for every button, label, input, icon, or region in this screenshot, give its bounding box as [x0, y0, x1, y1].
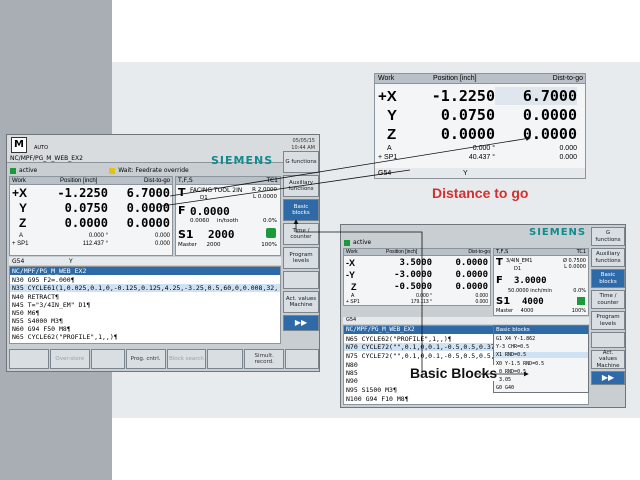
spindle-value: 2000 — [208, 228, 235, 241]
hsk-block-search[interactable]: Block search — [166, 349, 207, 369]
x-position: -1.2250 — [57, 186, 108, 200]
program-listing[interactable]: NC/MPF/PG_M_WEB_EX2 N30 G95 F2=.000¶ N35… — [9, 266, 281, 344]
z-dtg: 0.0000 — [126, 216, 170, 230]
tool-name: FACING TOOL 2IN — [190, 187, 243, 194]
hsk-overstore[interactable]: Over-store — [49, 349, 90, 369]
softkey-aux-functions[interactable]: Auxiliary functions — [283, 175, 319, 197]
basic-blocks-panel: Basic blocks G1 X4 Y-1.862 Y-3 CHR=0.5 X… — [493, 325, 589, 393]
hsk-1[interactable] — [9, 349, 49, 369]
col-position: Position [inch] — [60, 177, 98, 184]
softkey-time-counter[interactable]: Time / counter — [283, 223, 319, 245]
dtg-row-z: Z 0.0000 0.0000 — [387, 125, 577, 143]
softkey-next[interactable]: ▶▶ — [283, 315, 319, 331]
softkey2-empty[interactable] — [591, 332, 625, 348]
vertical-softkeys: G functions Auxiliary functions Basic bl… — [283, 151, 319, 331]
status-text: active — [19, 167, 38, 174]
machine-mode-icon: M — [11, 137, 27, 153]
basic-blocks-callout: Basic Blocks — [408, 365, 500, 381]
softkey2-act-values[interactable]: Act. values Machine — [591, 350, 625, 369]
dtg-row-x: +X -1.2250 6.7000 — [378, 87, 577, 105]
axis-position-table: Work Position [inch] Dist-to-go +X -1.22… — [9, 176, 173, 256]
axis-row-y: Y 0.0750 0.0000 — [19, 201, 170, 215]
status-line: active Wait: Feedrate override — [10, 166, 280, 175]
wcs-line: G54 Y — [9, 257, 281, 265]
tfs-panel-2: T,F,S TC1 T 3/4IN_EM1 D1 Ø 0.7500 L 0.00… — [493, 248, 589, 316]
col-work: Work — [12, 177, 26, 184]
axis-row-a: A 0.000 ° 0.000 — [19, 233, 170, 239]
wait-icon — [109, 167, 116, 174]
hsk-simult-record[interactable]: Simult. record. — [244, 349, 285, 369]
softkey2-g-functions[interactable]: G functions — [591, 227, 625, 246]
active-icon-2 — [344, 239, 350, 246]
siemens-logo-2: SIEMENS — [529, 227, 587, 238]
date-label: 05/05/15 — [292, 138, 315, 144]
wait-message: Wait: Feedrate override — [118, 167, 189, 174]
x-dtg: 6.7000 — [126, 186, 170, 200]
tfs-panel: T,F,S TC1 T FACING TOOL 2IN D1 R 2.0000 … — [175, 176, 281, 256]
hsk-prog-cntrl[interactable]: Prog. cntrl. — [125, 349, 166, 369]
softkey-program-levels[interactable]: Program levels — [283, 247, 319, 269]
horizontal-softkeys: Over-store Prog. cntrl. Block search Sim… — [9, 349, 319, 369]
wcs-line-2: G54 — [343, 317, 589, 324]
spindle-icon — [266, 228, 276, 238]
axis-table-header: Work Position [inch] Dist-to-go — [10, 177, 172, 185]
main-hmi-window: M AUTO 05/05/15 10:44 AM NC/MPF/PG_M_WEB… — [6, 134, 320, 372]
spindle-icon-2 — [577, 297, 585, 305]
hsk-8[interactable] — [285, 349, 319, 369]
hsk-3[interactable] — [90, 349, 125, 369]
vertical-softkeys-2: G functions Auxiliary functions Basic bl… — [591, 227, 625, 385]
y-position: 0.0750 — [64, 201, 108, 215]
status-line-2: active — [344, 239, 371, 246]
active-icon — [10, 167, 16, 174]
axis-row-x: +X -1.2250 6.7000 — [12, 186, 170, 200]
axis-position-table-2: Work Position [inch] Dist-to-go -X 3.500… — [343, 248, 491, 306]
dtg-x-value: 6.7000 — [495, 87, 577, 105]
y-dtg: 0.0000 — [126, 201, 170, 215]
axis-row-sp1: + SP1 112.437 ° 0.000 — [12, 241, 170, 247]
softkey2-next[interactable]: ▶▶ — [591, 371, 625, 385]
softkey-g-functions[interactable]: G functions — [283, 151, 319, 173]
z-position: 0.0000 — [64, 216, 108, 230]
dtg-row-y: Y 0.0750 0.0000 — [387, 106, 577, 124]
softkey-empty[interactable] — [283, 271, 319, 289]
softkey2-aux-functions[interactable]: Auxiliary functions — [591, 248, 625, 267]
col-dtg: Dist-to-go — [143, 177, 170, 184]
feed-value: 0.0000 — [190, 205, 230, 218]
softkey2-time-counter[interactable]: Time / counter — [591, 290, 625, 309]
dtg-header: Work Position [inch] Dist-to-go — [375, 74, 585, 84]
program-path: NC/MPF/PG_M_WEB_EX2 — [10, 155, 83, 162]
softkey2-program-levels[interactable]: Program levels — [591, 311, 625, 330]
axis-row-z: Z 0.0000 0.0000 — [19, 216, 170, 230]
dtg-wcs-line: G54 Y — [375, 168, 585, 178]
distance-to-go-callout: Distance to go — [432, 185, 529, 201]
dtg-row-a: A 0.000 ° 0.000 — [387, 145, 577, 152]
hsk-6[interactable] — [207, 349, 244, 369]
dtg-row-sp1: + SP1 40.437 ° 0.000 — [378, 154, 577, 161]
softkey-act-values-machine[interactable]: Act. values Machine — [283, 291, 319, 313]
auto-mode-icon: AUTO — [33, 145, 49, 151]
dist-to-go-zoom-panel: Work Position [inch] Dist-to-go +X -1.22… — [374, 73, 586, 179]
softkey-basic-blocks[interactable]: Basic blocks — [283, 199, 319, 221]
softkey2-basic-blocks[interactable]: Basic blocks — [591, 269, 625, 288]
tfs-header: T,F,S TC1 — [176, 177, 280, 185]
